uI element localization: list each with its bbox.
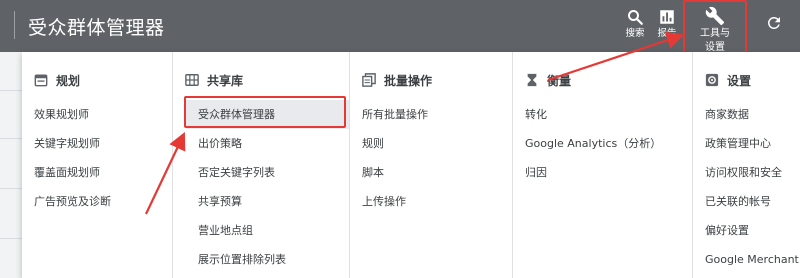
column-heading-label: 共享库 [207, 73, 244, 88]
gear-icon [705, 73, 719, 87]
menu-item-conversions[interactable]: 转化 [513, 100, 692, 129]
column-heading: 设置 [705, 71, 751, 89]
report-button[interactable]: 报告 [654, 8, 680, 39]
column-heading: 衡量 [525, 71, 571, 89]
column-heading-label: 规划 [56, 73, 81, 88]
menu-item-preferences[interactable]: 偏好设置 [693, 216, 800, 245]
row-divider [0, 138, 22, 139]
wrench-icon [705, 6, 725, 26]
menu-column-setup: 设置 商家数据 政策管理中心 访问权限和安全 已关联的帐号 偏好设置 Googl… [692, 52, 800, 278]
page-title: 受众群体管理器 [28, 17, 165, 39]
top-app-bar: 受众群体管理器 搜索 报告 工具与 设置 [0, 0, 800, 56]
menu-item-rules[interactable]: 规则 [350, 129, 512, 158]
menu-item-policy-manager[interactable]: 政策管理中心 [693, 129, 800, 158]
refresh-icon [767, 16, 780, 29]
tools-settings-label-line1: 工具与 [700, 28, 730, 39]
copy-icon [362, 73, 376, 87]
row-divider [0, 188, 22, 189]
menu-item-reach-planner[interactable]: 覆盖面规划师 [22, 158, 172, 187]
column-heading-label: 衡量 [547, 73, 572, 88]
menu-item-google-merchant-center[interactable]: Google Merchant Center [693, 245, 800, 274]
column-heading-label: 批量操作 [384, 73, 433, 88]
tools-dropdown-menu: 规划 效果规划师 关键字规划师 覆盖面规划师 广告预览及诊断 共享库 受众群体管… [22, 52, 800, 278]
menu-item-negative-keyword-lists[interactable]: 否定关键字列表 [173, 158, 349, 187]
menu-item-uploads[interactable]: 上传操作 [350, 187, 512, 216]
row-divider [0, 238, 22, 239]
search-button[interactable]: 搜索 [618, 8, 652, 39]
column-heading: 共享库 [185, 71, 243, 89]
column-heading-label: 设置 [727, 73, 752, 88]
hourglass-icon [527, 73, 537, 87]
menu-item-linked-accounts[interactable]: 已关联的帐号 [693, 187, 800, 216]
report-label: 报告 [657, 28, 677, 39]
bar-chart-icon [660, 10, 674, 24]
menu-item-location-groups[interactable]: 营业地点组 [173, 216, 349, 245]
grid-icon [185, 74, 199, 86]
header-divider [14, 11, 15, 39]
menu-item-shared-budgets[interactable]: 共享预算 [173, 187, 349, 216]
refresh-button[interactable] [762, 14, 786, 32]
column-heading: 规划 [34, 71, 80, 89]
menu-item-access-and-security[interactable]: 访问权限和安全 [693, 158, 800, 187]
column-heading: 批量操作 [362, 71, 432, 89]
row-divider [0, 90, 22, 91]
menu-item-google-analytics[interactable]: Google Analytics（分析） [513, 129, 692, 158]
menu-column-planning: 规划 效果规划师 关键字规划师 覆盖面规划师 广告预览及诊断 [22, 52, 172, 278]
menu-column-bulk-actions: 批量操作 所有批量操作 规则 脚本 上传操作 [349, 52, 512, 278]
tools-and-settings-button[interactable]: 工具与 设置 [683, 0, 747, 56]
search-label: 搜索 [625, 28, 645, 39]
menu-item-bid-strategies[interactable]: 出价策略 [173, 129, 349, 158]
menu-item-keyword-planner[interactable]: 关键字规划师 [22, 129, 172, 158]
calendar-icon [34, 74, 48, 87]
menu-column-shared-library: 共享库 受众群体管理器 出价策略 否定关键字列表 共享预算 营业地点组 展示位置… [172, 52, 349, 278]
menu-item-scripts[interactable]: 脚本 [350, 158, 512, 187]
menu-item-placement-exclusions[interactable]: 展示位置排除列表 [173, 245, 349, 274]
menu-item-ad-preview[interactable]: 广告预览及诊断 [22, 187, 172, 216]
menu-item-attribution[interactable]: 归因 [513, 158, 692, 187]
menu-item-audience-manager[interactable]: 受众群体管理器 [186, 100, 349, 129]
menu-item-performance-planner[interactable]: 效果规划师 [22, 100, 172, 129]
menu-item-all-bulk-actions[interactable]: 所有批量操作 [350, 100, 512, 129]
menu-item-business-data[interactable]: 商家数据 [693, 100, 800, 129]
menu-column-measurement: 衡量 转化 Google Analytics（分析） 归因 [512, 52, 692, 278]
search-icon [628, 10, 643, 25]
